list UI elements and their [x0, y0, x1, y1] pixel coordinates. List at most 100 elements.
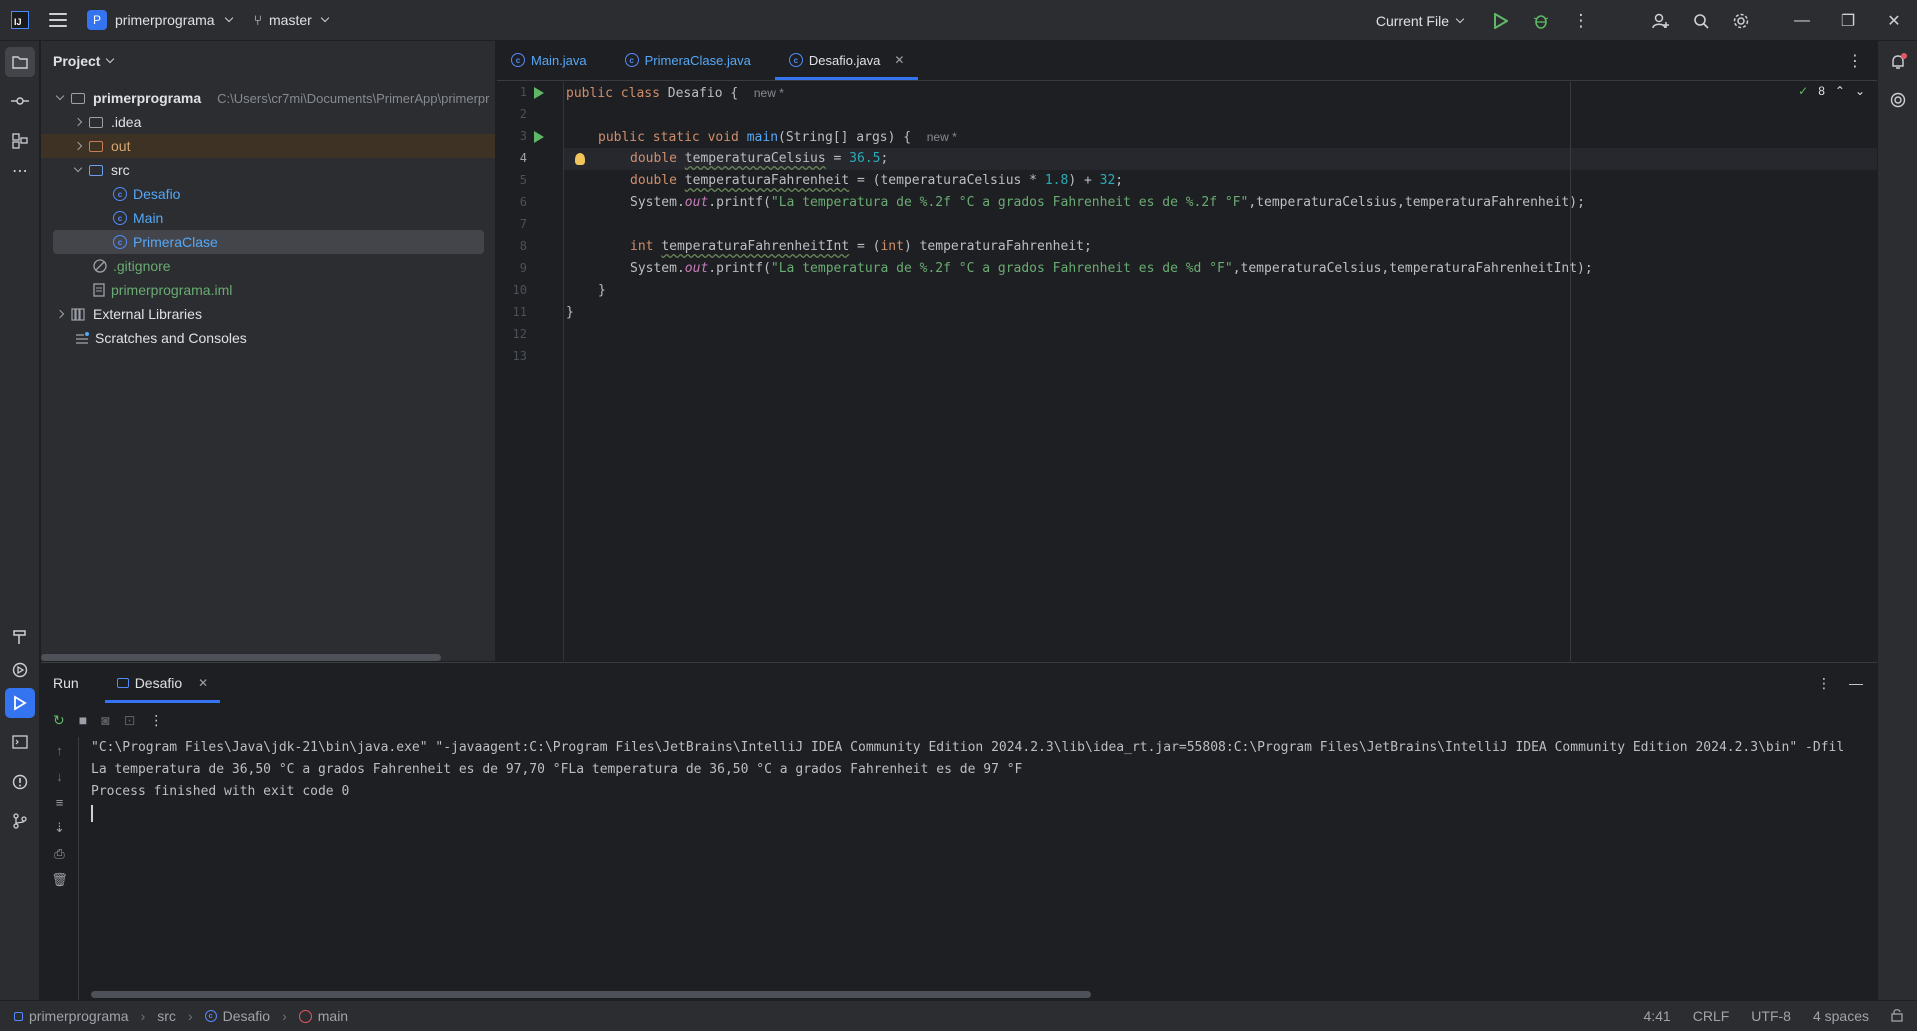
vcs-branch-widget[interactable]: ⑂ master — [254, 12, 330, 28]
more-tools-icon[interactable]: ⋯ — [5, 156, 35, 186]
add-user-icon[interactable] — [1641, 0, 1681, 41]
ai-assistant-icon[interactable] — [1883, 85, 1913, 115]
run-gutter-icon[interactable] — [534, 131, 544, 143]
source-folder-icon — [89, 164, 103, 176]
chevron-right-icon: › — [187, 1008, 193, 1024]
scroll-down-icon[interactable]: ↓ — [41, 763, 78, 789]
services-icon[interactable] — [5, 655, 35, 685]
bug-icon — [1533, 14, 1549, 29]
debug-button[interactable] — [1521, 0, 1561, 41]
editor-tab-bar: c Main.java c PrimeraClase.java c Desafi… — [497, 41, 1877, 81]
chevron-right-icon: › — [140, 1008, 146, 1024]
camera-icon[interactable]: ◙ — [101, 712, 109, 728]
next-highlight-icon[interactable]: ⌄ — [1855, 84, 1865, 98]
run-config-selector[interactable]: Current File — [1376, 13, 1465, 29]
run-tab-desafio[interactable]: Desafio ✕ — [104, 663, 221, 703]
tree-item-scratches[interactable]: Scratches and Consoles — [41, 326, 495, 350]
scroll-to-end-icon[interactable]: ⇣ — [41, 815, 78, 841]
module-folder-icon — [71, 92, 85, 104]
close-tab-icon[interactable]: ✕ — [198, 676, 208, 690]
main-menu-icon[interactable] — [49, 13, 67, 27]
tree-item-desafio[interactable]: c Desafio — [41, 182, 495, 206]
indent-setting[interactable]: 4 spaces — [1813, 1008, 1869, 1024]
close-tab-icon[interactable]: ✕ — [894, 53, 904, 67]
breadcrumb-item[interactable]: main — [318, 1008, 348, 1024]
lightbulb-icon[interactable] — [575, 153, 585, 165]
run-options-icon[interactable]: ⋮ — [1817, 675, 1831, 692]
scroll-up-icon[interactable]: ↑ — [41, 737, 78, 763]
tab-actions-icon[interactable]: ⋮ — [1847, 51, 1863, 71]
line-number: 3 — [519, 129, 527, 143]
console-output[interactable]: "C:\Program Files\Java\jdk-21\bin\java.e… — [91, 737, 1877, 977]
terminal-icon[interactable] — [5, 727, 35, 757]
inspection-count: 8 — [1818, 84, 1825, 98]
breadcrumb-item[interactable]: primerprograma — [29, 1008, 129, 1024]
code-line-6: System.out.printf("La temperatura de %.2… — [630, 195, 1585, 210]
commit-icon[interactable] — [5, 86, 35, 116]
inspection-widget[interactable]: ✓ 8 ⌃ ⌄ — [1798, 84, 1865, 98]
breadcrumb-item[interactable]: Desafio — [223, 1008, 270, 1024]
intellij-logo-icon[interactable]: IJ — [11, 11, 29, 29]
caret-position[interactable]: 4:41 — [1643, 1008, 1670, 1024]
java-class-icon: c — [511, 53, 525, 67]
project-panel-header[interactable]: Project — [41, 41, 495, 81]
tree-item-root[interactable]: primerprograma C:\Users\cr7mi\Documents\… — [41, 86, 495, 110]
soft-wrap-icon[interactable]: ≡ — [41, 789, 78, 815]
line-separator[interactable]: CRLF — [1693, 1008, 1730, 1024]
previous-highlight-icon[interactable]: ⌃ — [1835, 84, 1845, 98]
tree-item-primeraclase[interactable]: c PrimeraClase — [53, 230, 484, 254]
tab-desafio-java[interactable]: c Desafio.java ✕ — [774, 40, 919, 80]
tree-item-out[interactable]: out — [41, 134, 495, 158]
tab-main-java[interactable]: c Main.java — [497, 40, 601, 80]
project-switcher[interactable]: P primerprograma — [87, 10, 233, 30]
rerun-icon[interactable]: ↻ — [53, 712, 65, 729]
tree-item-main[interactable]: c Main — [41, 206, 495, 230]
lock-icon[interactable] — [1891, 1008, 1903, 1025]
git-icon[interactable] — [5, 806, 35, 836]
collapse-arrow-icon[interactable] — [55, 309, 65, 319]
trash-icon[interactable]: 🗑 — [41, 867, 78, 893]
expand-arrow-icon[interactable] — [55, 91, 65, 101]
code-area[interactable]: public class Desafio { new * public stat… — [563, 82, 1878, 661]
search-icon[interactable] — [1681, 0, 1721, 41]
tree-item-idea[interactable]: .idea — [41, 110, 495, 134]
console-input-line[interactable] — [91, 803, 1877, 825]
problems-icon[interactable] — [5, 767, 35, 797]
notifications-icon[interactable] — [1883, 47, 1913, 77]
gear-icon[interactable] — [1721, 0, 1761, 41]
collapse-arrow-icon[interactable] — [73, 117, 83, 127]
stop-icon[interactable]: ■ — [79, 712, 87, 728]
breadcrumb-item[interactable]: src — [157, 1008, 176, 1024]
folder-icon — [89, 116, 103, 128]
run-gutter-icon[interactable] — [534, 87, 544, 99]
run-panel: Run Desafio ✕ ⋮ — ↻ ■ ◙ ⊡ ⋮ ↑ ↓ ≡ ⇣ ⎙ 🗑 … — [41, 662, 1877, 1001]
structure-icon[interactable] — [5, 126, 35, 156]
tab-primeraclase-java[interactable]: c PrimeraClase.java — [611, 40, 765, 80]
java-class-icon: c — [204, 1010, 217, 1022]
more-run-actions-icon[interactable]: ⋮ — [149, 712, 163, 729]
tree-item-iml[interactable]: primerprograma.iml — [41, 278, 495, 302]
notification-badge — [1901, 53, 1907, 59]
hide-panel-icon[interactable]: — — [1849, 675, 1863, 692]
project-tool-icon[interactable] — [5, 47, 35, 77]
expand-arrow-icon[interactable] — [73, 163, 83, 173]
build-icon[interactable] — [5, 622, 35, 652]
restore-layout-icon[interactable]: ⊡ — [124, 712, 136, 729]
breadcrumb: primerprograma › src › c Desafio › main — [14, 1008, 348, 1024]
console-horizontal-scrollbar[interactable] — [91, 991, 1091, 998]
file-encoding[interactable]: UTF-8 — [1751, 1008, 1791, 1024]
console-side-toolbar: ↑ ↓ ≡ ⇣ ⎙ 🗑 — [41, 737, 79, 1001]
restore-button[interactable]: ❐ — [1825, 0, 1871, 41]
run-tool-icon[interactable] — [5, 688, 35, 718]
inlay-hint: new * — [753, 86, 784, 100]
more-actions-icon[interactable]: ⋮ — [1561, 0, 1601, 41]
close-window-button[interactable]: ✕ — [1871, 0, 1917, 41]
minimize-button[interactable]: — — [1779, 0, 1825, 41]
collapse-arrow-icon[interactable] — [73, 141, 83, 151]
print-icon[interactable]: ⎙ — [41, 841, 78, 867]
tree-item-external-libraries[interactable]: External Libraries — [41, 302, 495, 326]
tree-item-gitignore[interactable]: .gitignore — [41, 254, 495, 278]
tree-item-src[interactable]: src — [41, 158, 495, 182]
run-button[interactable] — [1481, 0, 1521, 41]
project-horizontal-scrollbar[interactable] — [41, 654, 441, 661]
